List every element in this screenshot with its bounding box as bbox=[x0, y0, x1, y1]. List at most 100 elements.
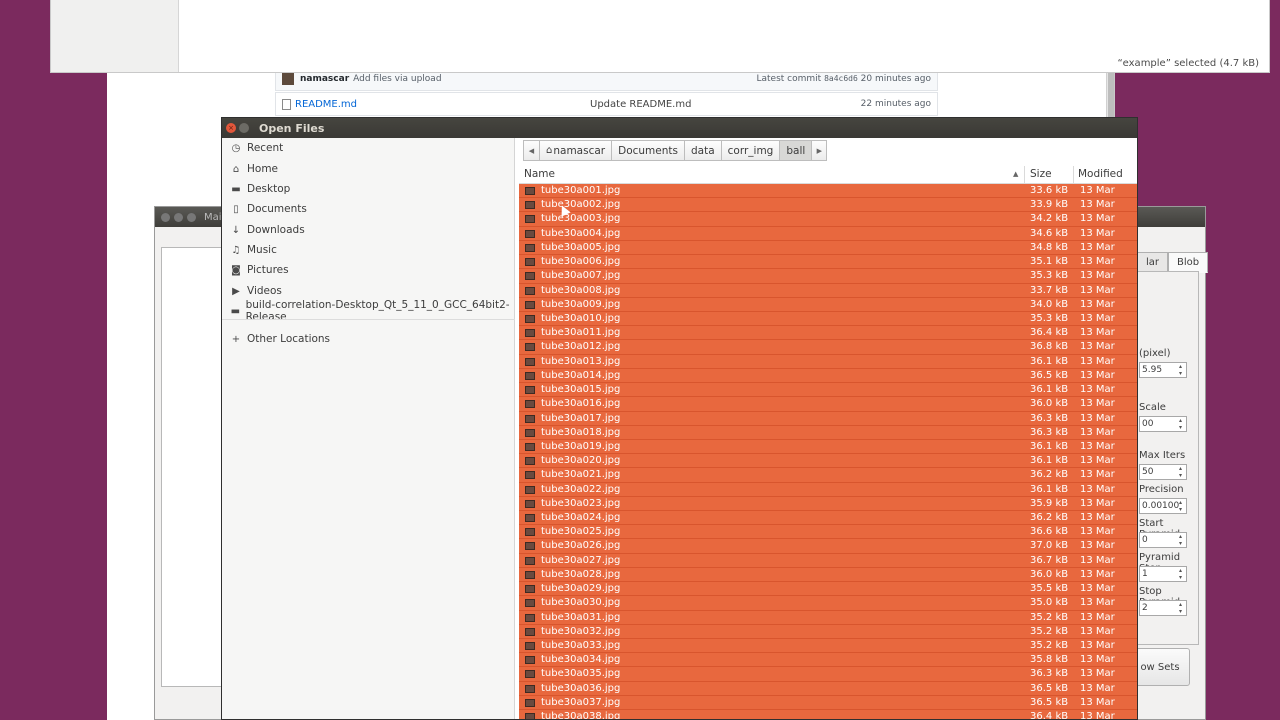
column-name-header[interactable]: Name bbox=[524, 168, 555, 180]
path-crumb-data[interactable]: data bbox=[683, 140, 721, 161]
image-file-icon bbox=[525, 215, 535, 224]
file-row[interactable]: tube30a021.jpg36.2 kB13 Mar 2008 bbox=[519, 468, 1137, 493]
file-size: 36.3 kB bbox=[1030, 426, 1069, 438]
file-row[interactable]: tube30a023.jpg35.9 kB13 Mar 2008 bbox=[519, 496, 1137, 522]
file-size: 34.6 kB bbox=[1030, 227, 1069, 239]
file-name: tube30a004.jpg bbox=[541, 227, 621, 239]
file-row[interactable]: tube30a007.jpg35.3 kB13 Mar 2008 bbox=[519, 269, 1137, 294]
file-row[interactable]: tube30a033.jpg35.2 kB13 Mar 2008 bbox=[519, 639, 1137, 664]
path-crumb-ball[interactable]: ball bbox=[779, 140, 812, 161]
max-iters-spinbox[interactable]: 50 bbox=[1139, 464, 1187, 480]
path-crumb-home[interactable]: ⌂ namascar bbox=[539, 140, 612, 161]
file-row[interactable]: tube30a025.jpg36.6 kB13 Mar 2008 bbox=[519, 525, 1137, 550]
file-name: tube30a006.jpg bbox=[541, 256, 621, 268]
path-forward-arrow-icon[interactable]: ▶ bbox=[811, 140, 828, 161]
file-row[interactable]: tube30a020.jpg36.1 kB13 Mar 2008 bbox=[519, 454, 1137, 479]
file-row[interactable]: tube30a004.jpg34.6 kB13 Mar 2008 bbox=[519, 226, 1137, 252]
readme-commit-message[interactable]: Update README.md bbox=[590, 99, 691, 110]
image-file-icon bbox=[525, 300, 535, 309]
place-build-folder[interactable]: ▬ build-correlation-Desktop_Qt_5_11_0_GC… bbox=[222, 299, 515, 323]
readme-file-row[interactable]: README.md Update README.md 22 minutes ag… bbox=[275, 92, 938, 116]
file-list: Name ▲ Size Modified tube30a001.jpg 33.6 … bbox=[519, 166, 1137, 719]
file-row[interactable]: tube30a036.jpg36.5 kB13 Mar 2008 bbox=[519, 681, 1137, 707]
file-row[interactable]: tube30a035.jpg36.3 kB13 Mar 2008 bbox=[519, 667, 1137, 692]
file-row[interactable]: tube30a022.jpg36.1 kB13 Mar 2008 bbox=[519, 482, 1137, 508]
file-row[interactable]: tube30a016.jpg36.0 kB13 Mar 2008 bbox=[519, 397, 1137, 422]
place-videos[interactable]: ▶ Videos bbox=[222, 281, 515, 301]
commit-hash[interactable]: 8a4c6d6 bbox=[824, 74, 858, 83]
file-row[interactable]: tube30a009.jpg34.0 kB13 Mar 2008 bbox=[519, 297, 1137, 323]
place-recent[interactable]: ◷ Recent bbox=[222, 138, 515, 158]
path-back-arrow-icon[interactable]: ◀ bbox=[523, 140, 539, 161]
file-row[interactable]: tube30a008.jpg33.7 kB13 Mar 2008 bbox=[519, 283, 1137, 309]
file-row[interactable]: tube30a013.jpg36.1 kB13 Mar 2008 bbox=[519, 354, 1137, 380]
file-row[interactable]: tube30a011.jpg36.4 kB13 Mar 2008 bbox=[519, 326, 1137, 351]
column-modified-header[interactable]: Modified bbox=[1078, 168, 1123, 180]
file-row[interactable]: tube30a001.jpg33.6 kB13 Mar 2008 bbox=[519, 184, 1137, 209]
path-crumb-documents[interactable]: Documents bbox=[611, 140, 684, 161]
file-icon bbox=[282, 98, 291, 110]
file-row[interactable]: tube30a032.jpg35.2 kB13 Mar 2008 bbox=[519, 624, 1137, 650]
file-row[interactable]: tube30a010.jpg35.3 kB13 Mar 2008 bbox=[519, 311, 1137, 337]
file-size: 34.2 kB bbox=[1030, 213, 1069, 225]
path-crumb-corr-img[interactable]: corr_img bbox=[720, 140, 780, 161]
file-row[interactable]: tube30a014.jpg36.5 kB13 Mar 2008 bbox=[519, 368, 1137, 394]
precision-spinbox[interactable]: 0.00100 bbox=[1139, 498, 1187, 514]
file-row[interactable]: tube30a034.jpg35.8 kB13 Mar 2008 bbox=[519, 653, 1137, 678]
file-size: 36.5 kB bbox=[1030, 682, 1069, 694]
file-row[interactable]: tube30a002.jpg33.9 kB13 Mar 2008 bbox=[519, 198, 1137, 223]
place-downloads[interactable]: ↓ Downloads bbox=[222, 220, 515, 240]
file-name: tube30a024.jpg bbox=[541, 512, 621, 524]
file-row[interactable]: tube30a029.jpg35.5 kB13 Mar 2008 bbox=[519, 582, 1137, 607]
commit-author[interactable]: namascar bbox=[300, 74, 349, 84]
readme-link[interactable]: README.md bbox=[295, 99, 357, 110]
column-size-header[interactable]: Size bbox=[1030, 168, 1052, 180]
commit-message[interactable]: Add files via upload bbox=[353, 74, 441, 84]
file-row[interactable]: tube30a015.jpg36.1 kB13 Mar 2008 bbox=[519, 383, 1137, 408]
show-sets-button[interactable]: ow Sets bbox=[1130, 648, 1190, 686]
scale-spinbox[interactable]: 00 bbox=[1139, 416, 1187, 432]
file-row[interactable]: tube30a019.jpg36.1 kB13 Mar 2008 bbox=[519, 439, 1137, 465]
pixel-spinbox[interactable]: 5.95 bbox=[1139, 362, 1187, 378]
image-file-icon bbox=[525, 627, 535, 636]
file-name: tube30a037.jpg bbox=[541, 696, 621, 708]
minimize-icon[interactable] bbox=[239, 123, 249, 133]
start-pyramid-spinbox[interactable]: 0 bbox=[1139, 532, 1187, 548]
stop-pyramid-spinbox[interactable]: 2 bbox=[1139, 600, 1187, 616]
file-name: tube30a002.jpg bbox=[541, 199, 621, 211]
file-row[interactable]: tube30a003.jpg34.2 kB13 Mar 2008 bbox=[519, 212, 1137, 237]
file-size: 33.7 kB bbox=[1030, 284, 1069, 296]
file-row[interactable]: tube30a018.jpg36.3 kB13 Mar 2008 bbox=[519, 425, 1137, 451]
close-icon[interactable]: × bbox=[226, 123, 236, 133]
file-row[interactable]: tube30a038.jpg 36.4 kB 13 Mar 2008 bbox=[519, 710, 1137, 719]
pyramid-step-spinbox[interactable]: 1 bbox=[1139, 566, 1187, 582]
file-row[interactable]: tube30a026.jpg37.0 kB13 Mar 2008 bbox=[519, 539, 1137, 564]
place-music[interactable]: ♫ Music bbox=[222, 240, 515, 260]
file-row[interactable]: tube30a024.jpg36.2 kB13 Mar 2008 bbox=[519, 511, 1137, 536]
home-icon: ⌂ bbox=[232, 163, 240, 175]
file-name: tube30a027.jpg bbox=[541, 554, 621, 566]
maximize-icon[interactable] bbox=[187, 212, 196, 222]
file-row[interactable]: tube30a012.jpg36.8 kB13 Mar 2008 bbox=[519, 340, 1137, 365]
folder-icon: ▬ bbox=[230, 305, 241, 317]
image-file-icon bbox=[525, 585, 535, 594]
place-other-locations[interactable]: + Other Locations bbox=[222, 329, 515, 349]
file-size: 36.5 kB bbox=[1030, 696, 1069, 708]
file-row[interactable]: tube30a037.jpg 36.5 kB 13 Mar 2008 bbox=[519, 695, 1137, 719]
file-row[interactable]: tube30a027.jpg36.7 kB13 Mar 2008 bbox=[519, 553, 1137, 579]
file-row[interactable]: tube30a028.jpg36.0 kB13 Mar 2008 bbox=[519, 567, 1137, 593]
tab-circular[interactable]: lar bbox=[1137, 252, 1169, 273]
place-desktop[interactable]: ▬ Desktop bbox=[222, 179, 515, 199]
file-row[interactable]: tube30a031.jpg35.2 kB13 Mar 2008 bbox=[519, 610, 1137, 636]
file-row[interactable]: tube30a017.jpg36.3 kB13 Mar 2008 bbox=[519, 411, 1137, 437]
file-row[interactable]: tube30a006.jpg35.1 kB13 Mar 2008 bbox=[519, 255, 1137, 280]
close-icon[interactable] bbox=[161, 212, 170, 222]
image-file-icon bbox=[525, 428, 535, 437]
place-documents[interactable]: ▯ Documents bbox=[222, 199, 515, 219]
file-row[interactable]: tube30a030.jpg35.0 kB13 Mar 2008 bbox=[519, 596, 1137, 621]
tab-blob[interactable]: Blob bbox=[1168, 252, 1209, 273]
place-pictures[interactable]: ◙ Pictures bbox=[222, 260, 515, 280]
place-home[interactable]: ⌂ Home bbox=[222, 159, 515, 179]
file-row[interactable]: tube30a005.jpg34.8 kB13 Mar 2008 bbox=[519, 240, 1137, 266]
minimize-icon[interactable] bbox=[174, 212, 183, 222]
